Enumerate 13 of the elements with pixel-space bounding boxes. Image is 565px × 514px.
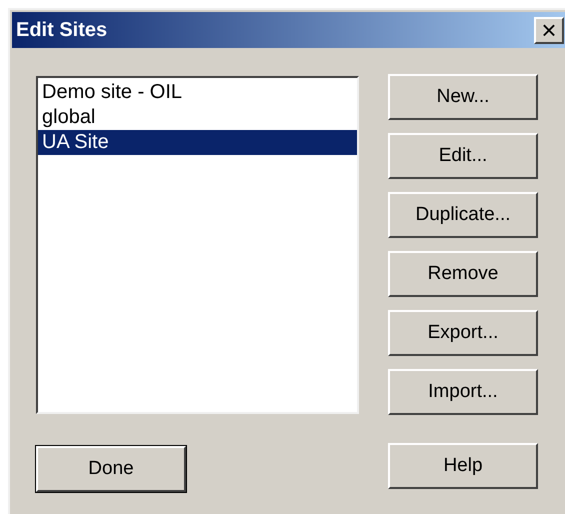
action-button[interactable]: Export... (388, 310, 538, 356)
help-button[interactable]: Help (388, 443, 538, 489)
action-button[interactable]: New... (388, 74, 538, 120)
action-button[interactable]: Remove (388, 251, 538, 297)
close-button[interactable]: × (534, 16, 564, 44)
site-item[interactable]: UA Site (38, 130, 357, 155)
done-button[interactable]: Done (36, 446, 186, 492)
site-item[interactable]: global (38, 105, 357, 130)
action-button[interactable]: Edit... (388, 133, 538, 179)
action-button[interactable]: Duplicate... (388, 192, 538, 238)
window-title: Edit Sites (16, 18, 108, 43)
action-button[interactable]: Import... (388, 369, 538, 415)
site-item[interactable]: Demo site - OIL (38, 80, 357, 105)
